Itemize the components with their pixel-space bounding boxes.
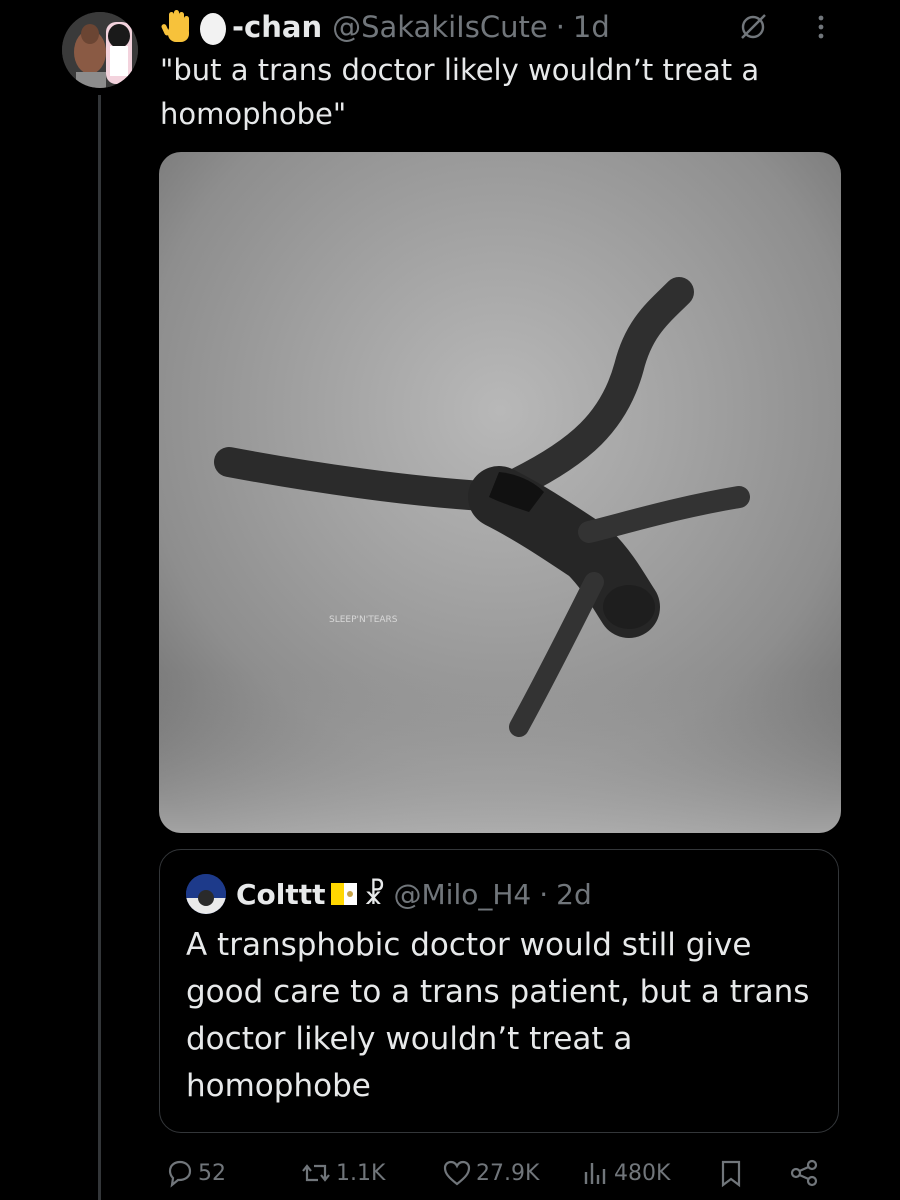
quote-header: Colttt ☧ @Milo_H4 · 2d — [186, 872, 592, 916]
repost-count: 1.1K — [336, 1160, 386, 1186]
like-button[interactable]: 27.9K — [442, 1158, 539, 1188]
separator-dot: · — [555, 10, 565, 44]
views-button[interactable]: 480K — [580, 1158, 670, 1188]
quote-handle[interactable]: @Milo_H4 — [394, 878, 532, 911]
reply-button[interactable]: 52 — [164, 1158, 226, 1188]
quote-avatar[interactable] — [186, 874, 226, 914]
bookmark-button[interactable] — [716, 1158, 750, 1188]
reply-count: 52 — [198, 1160, 226, 1186]
avatar[interactable] — [62, 12, 138, 88]
repost-button[interactable]: 1.1K — [300, 1158, 385, 1188]
repost-icon — [302, 1164, 330, 1182]
user-handle[interactable]: @SakakiIsCute — [332, 10, 548, 44]
egg-emoji — [200, 13, 226, 45]
tweet-header: -chan @SakakiIsCute · 1d — [160, 6, 860, 48]
quote-timestamp[interactable]: 2d — [556, 878, 592, 911]
tweet-text: "but a trans doctor likely wouldn’t trea… — [160, 53, 760, 131]
raised-hand-emoji — [161, 10, 189, 42]
bookmark-icon — [721, 1160, 741, 1188]
display-name[interactable]: -chan — [232, 10, 322, 44]
watermark: SLEEP'N'TEARS — [329, 615, 398, 625]
more-icon[interactable] — [815, 10, 827, 44]
quote-separator: · — [539, 877, 549, 911]
chi-rho-symbol: ☧ — [363, 877, 386, 911]
quote-text: A transphobic doctor would still give go… — [186, 927, 810, 1104]
like-count: 27.9K — [476, 1160, 540, 1186]
grok-icon[interactable] — [738, 12, 768, 42]
action-bar: 52 1.1K 27.9K 480K — [160, 1150, 840, 1200]
views-count: 480K — [614, 1160, 671, 1186]
thread-line — [98, 95, 101, 1200]
share-icon — [790, 1159, 818, 1187]
reply-icon — [168, 1160, 192, 1188]
quote-display-name[interactable]: Colttt — [236, 878, 326, 911]
timestamp[interactable]: 1d — [573, 10, 610, 44]
quoted-tweet[interactable]: Colttt ☧ @Milo_H4 · 2d A transphobic doc… — [159, 849, 839, 1133]
views-icon — [584, 1163, 606, 1184]
tweet-image[interactable]: SLEEP'N'TEARS — [159, 152, 841, 833]
vatican-flag — [330, 883, 357, 905]
like-icon — [443, 1160, 471, 1186]
share-button[interactable] — [788, 1158, 824, 1188]
